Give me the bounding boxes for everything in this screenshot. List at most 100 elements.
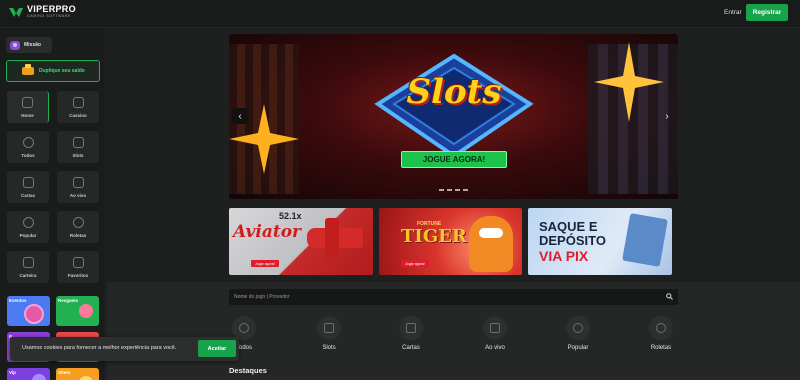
category-label: Slots [322,345,336,351]
search-input[interactable]: Nome do jogo | Provedor [234,294,290,300]
roulette-icon [649,316,673,340]
fortune-tiger-banner[interactable]: FORTUNE TIGER Jogar agora! [379,208,522,275]
fire-icon [566,316,590,340]
aviator-banner[interactable]: 52.1x Aviator Jogar agora! [229,208,373,275]
aviator-title: Aviator [233,222,301,242]
carousel-dot[interactable] [455,189,460,191]
double-balance-button[interactable]: Duplique seu saldo [6,60,100,82]
mission-label: Missão [24,42,41,48]
tiger-title: TIGER [401,226,467,247]
home-icon [22,96,33,108]
promo-label: Resgates [58,298,79,303]
chevron-left-icon[interactable]: ‹ [232,108,248,124]
login-link[interactable]: Entrar [724,9,742,16]
sidebar-item-label: Carteira [19,272,37,278]
logo-text: VIPERPRO [27,4,76,15]
promo-label: Sitem [58,370,71,375]
sidebar-item-label: Slots [72,152,84,158]
promo-sitem[interactable]: Sitem [56,368,99,380]
sidebar-item-ao-vivo[interactable]: Ao vivo [57,171,99,203]
sidebar-item-label: Home [21,112,34,118]
category-slots[interactable]: Slots [304,316,354,351]
section-title: Destaques [229,366,267,375]
category-ao-vivo[interactable]: Ao vivo [470,316,520,351]
cookie-text: Usamos cookies para fornecer a melhor ex… [22,345,177,351]
category-label: Cartas [402,345,420,351]
live-icon [72,176,84,188]
carousel-dots[interactable] [439,189,468,191]
wallet-bonus-icon [22,64,34,75]
roulette-icon [72,216,84,228]
register-button[interactable]: Registrar [746,4,788,21]
category-roletas[interactable]: Roletas [636,316,686,351]
cards-icon [22,176,34,188]
casino-icon [72,96,84,108]
sidebar-item-home[interactable]: Home [7,91,49,123]
carousel-dot[interactable] [447,189,452,191]
category-cartas[interactable]: Cartas [386,316,436,351]
double-balance-label: Duplique seu saldo [39,68,85,74]
rocket-icon [22,136,34,148]
hero-title: Slots [406,72,502,112]
sidebar-item-label: Todos [21,152,35,158]
airplane-icon [307,218,363,258]
sidebar-nav: Home Cassino Todos Slots Cartas Ao vivo … [7,91,100,283]
pix-line-3: VIA PIX [539,248,589,264]
sidebar-item-label: Cartas [20,192,35,198]
mission-icon [10,40,20,50]
aviator-play-button[interactable]: Jogar agora! [251,260,279,267]
wallet-icon [22,256,34,268]
category-label: Popular [567,345,589,351]
pix-line-2: DEPÓSITO [539,233,606,248]
logo[interactable]: VIPERPRO GAMING SOFTWARE [8,5,76,19]
category-popular[interactable]: Popular [553,316,603,351]
promo-resgates[interactable]: Resgates [56,296,99,326]
sidebar-item-label: Ao vivo [69,192,87,198]
aviator-multiplier: 52.1x [279,211,302,221]
sidebar-item-label: Favoritos [67,272,89,278]
sidebar-item-label: Popular [19,232,37,238]
cookie-banner: Usamos cookies para fornecer a melhor ex… [10,337,239,361]
sidebar: Missão Duplique seu saldo Home Cassino T… [0,28,106,380]
search-icon[interactable] [666,293,673,300]
sidebar-item-todos[interactable]: Todos [7,131,49,163]
carousel-dot[interactable] [439,189,444,191]
top-bar: VIPERPRO GAMING SOFTWARE Entrar Registra… [0,0,800,28]
pix-line-1: SAQUE E [539,219,598,234]
category-row: Todos Slots Cartas Ao vivo Popular Rolet… [229,316,678,356]
sidebar-item-slots[interactable]: Slots [57,131,99,163]
viper-logo-icon [8,5,24,19]
promo-label: Eventos [9,298,27,303]
pix-banner[interactable]: SAQUE E DEPÓSITO VIA PIX [528,208,672,275]
promo-label: Vip [9,370,16,375]
live-icon [483,316,507,340]
folder-icon [72,256,84,268]
sidebar-item-popular[interactable]: Popular [7,211,49,243]
tiger-play-button[interactable]: Jogar agora! [401,260,429,267]
sidebar-item-roletas[interactable]: Roletas [57,211,99,243]
promo-eventos[interactable]: Eventos [7,296,50,326]
sidebar-item-cartas[interactable]: Cartas [7,171,49,203]
mission-button[interactable]: Missão [6,37,52,53]
hero-carousel[interactable]: Slots JOGUE AGORA! ‹ › [229,34,678,199]
fire-icon [22,216,34,228]
category-label: Roletas [650,345,672,351]
promo-vip[interactable]: Vip [7,368,50,380]
accept-cookies-button[interactable]: Aceitar [198,340,236,357]
carousel-dot[interactable] [463,189,468,191]
slot-machine-icon [72,136,84,148]
cash-icon [622,213,668,267]
game-search[interactable]: Nome do jogo | Provedor [229,289,678,305]
play-now-button[interactable]: JOGUE AGORA! [401,151,507,168]
sidebar-item-label: Cassino [69,112,87,118]
tiger-mascot-icon [469,216,513,272]
sidebar-item-cassino[interactable]: Cassino [57,91,99,123]
category-label: Ao vivo [485,345,505,351]
sidebar-item-carteira[interactable]: Carteira [7,251,49,283]
cards-icon [399,316,423,340]
sidebar-item-favoritos[interactable]: Favoritos [57,251,99,283]
chevron-right-icon[interactable]: › [659,108,675,124]
slot-machine-icon [317,316,341,340]
sidebar-item-label: Roletas [69,232,87,238]
logo-subtitle: GAMING SOFTWARE [27,14,71,19]
